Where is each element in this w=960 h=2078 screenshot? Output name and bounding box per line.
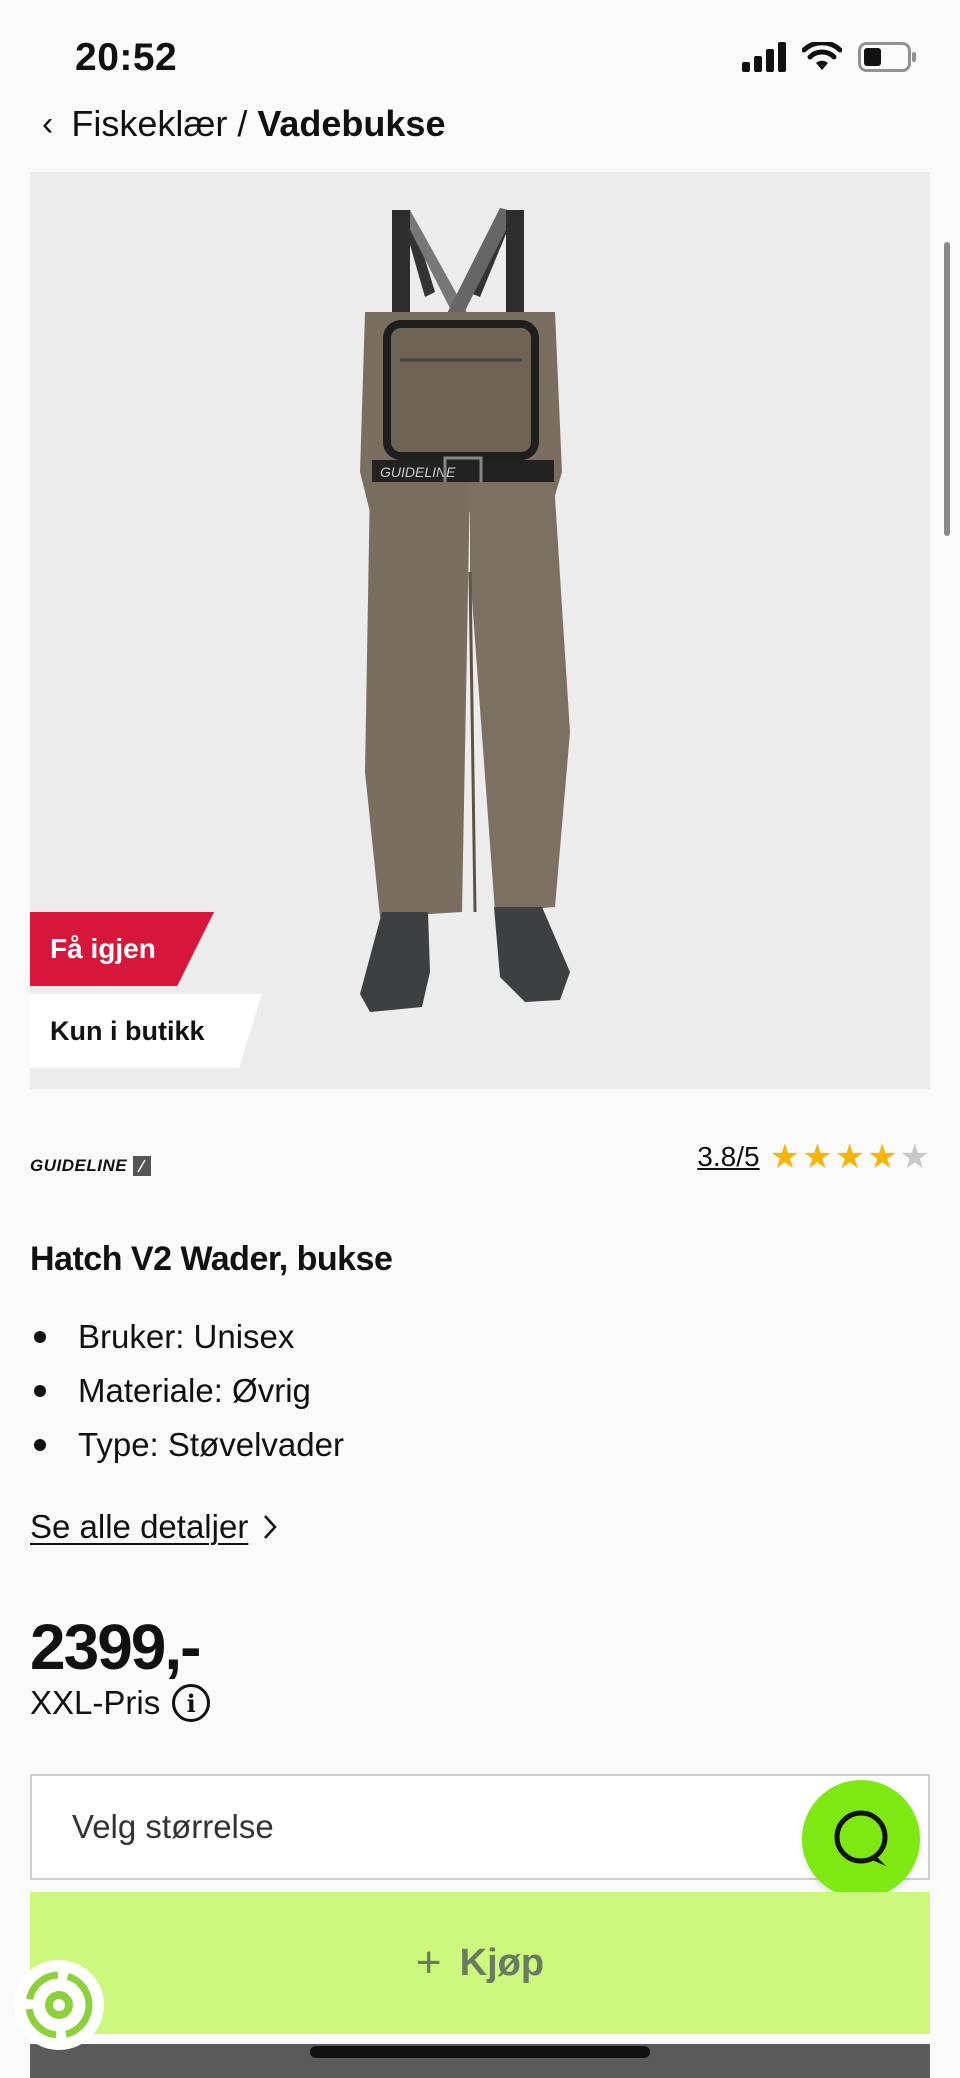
chevron-right-icon: [264, 1515, 278, 1539]
spec-item: Materiale: Øvrig: [30, 1364, 344, 1418]
bullet-icon: [34, 1385, 46, 1397]
rating-stars: ★ ★ ★ ★ ★: [770, 1140, 930, 1174]
back-chevron-icon[interactable]: ‹: [42, 105, 53, 144]
wifi-icon: [802, 42, 842, 70]
spec-item: Bruker: Unisex: [30, 1310, 344, 1364]
plus-icon: +: [415, 1938, 442, 1987]
star-filled-icon: ★: [834, 1138, 866, 1176]
status-time: 20:52: [75, 36, 178, 79]
price-label: XXL-Pris: [30, 1684, 161, 1721]
product-image-carousel[interactable]: GUIDELINE Få igjen Kun i butikk: [30, 172, 930, 1089]
bullet-icon: [34, 1439, 46, 1451]
star-filled-icon: ★: [802, 1138, 833, 1176]
breadcrumb-parent[interactable]: Fiskeklær: [71, 103, 227, 145]
product-specs: Bruker: Unisex Materiale: Øvrig Type: St…: [30, 1310, 344, 1472]
home-indicator[interactable]: [310, 2046, 650, 2058]
info-icon[interactable]: i: [172, 1684, 211, 1722]
brand-name: GUIDELINE: [30, 1156, 128, 1175]
cellular-signal-icon: [742, 42, 786, 72]
star-filled-icon: ★: [769, 1138, 801, 1176]
see-all-details-label[interactable]: Se alle detaljer: [30, 1508, 248, 1546]
see-all-details-link[interactable]: Se alle detaljer: [30, 1508, 278, 1546]
status-icons: [742, 42, 918, 72]
price-label-row: XXL-Pris i: [30, 1684, 211, 1722]
recycle-icon: [25, 1971, 93, 2039]
product-title: Hatch V2 Wader, bukse: [30, 1240, 393, 1278]
price: 2399,-: [30, 1611, 201, 1683]
scrollbar[interactable]: [944, 242, 950, 536]
size-select-placeholder: Velg størrelse: [72, 1808, 274, 1845]
breadcrumb: ‹ Fiskeklær / Vadebukse: [42, 100, 445, 148]
chat-bubble-icon: [834, 1810, 888, 1866]
size-select[interactable]: Velg størrelse: [30, 1774, 930, 1880]
brand-mark-icon: [133, 1156, 152, 1176]
chat-button[interactable]: [802, 1780, 920, 1898]
star-filled-icon: ★: [867, 1138, 898, 1176]
star-empty-icon: ★: [899, 1138, 930, 1176]
rating-score[interactable]: 3.8/5: [697, 1141, 759, 1173]
battery-icon: [858, 42, 916, 72]
spec-item: Type: Støvelvader: [30, 1418, 344, 1472]
recycle-widget[interactable]: [14, 1960, 104, 2050]
product-rating[interactable]: 3.8/5 ★ ★ ★ ★ ★: [697, 1140, 930, 1174]
brand-logo[interactable]: GUIDELINE: [30, 1156, 152, 1176]
breadcrumb-separator: /: [237, 103, 248, 144]
bullet-icon: [34, 1331, 46, 1343]
buy-button-label: Kjøp: [459, 1941, 545, 1984]
breadcrumb-current: Vadebukse: [257, 103, 446, 144]
store-only-badge: Kun i butikk: [30, 994, 262, 1068]
buy-button[interactable]: + Kjøp: [30, 1892, 930, 2034]
